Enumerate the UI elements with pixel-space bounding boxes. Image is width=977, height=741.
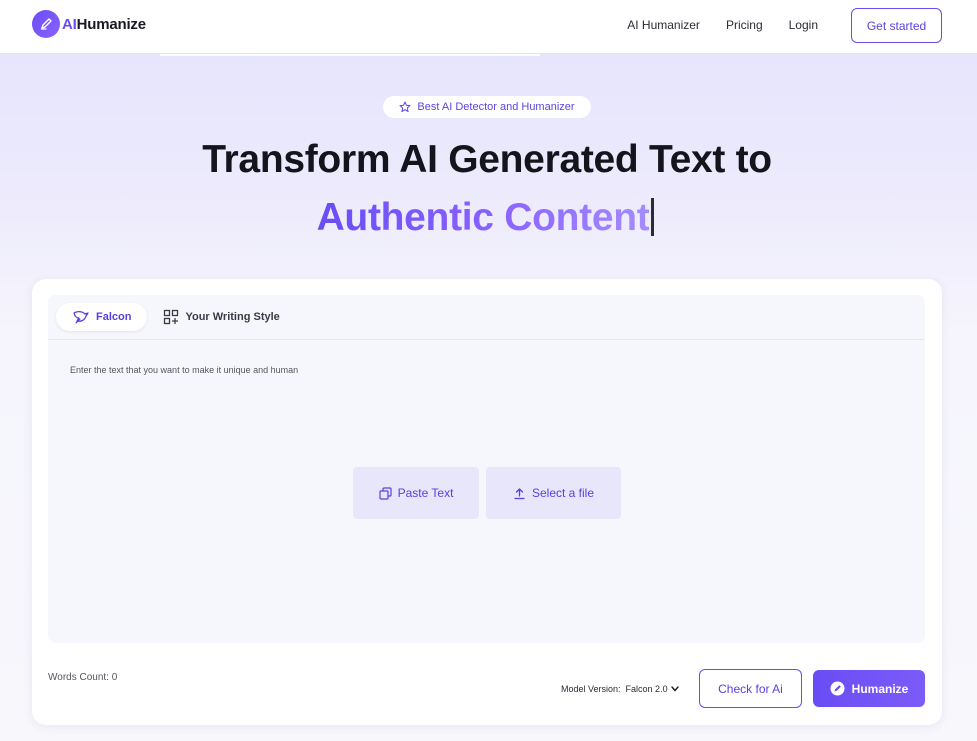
nav-login[interactable]: Login (789, 18, 818, 32)
get-started-button[interactable]: Get started (851, 8, 942, 43)
paste-text-button[interactable]: Paste Text (353, 467, 479, 519)
grid-plus-icon (163, 309, 179, 325)
falcon-icon (72, 309, 90, 325)
paste-text-label: Paste Text (397, 486, 454, 500)
copy-icon (378, 486, 392, 500)
typing-caret (651, 198, 655, 236)
select-file-label: Select a file (531, 486, 595, 500)
hero-subtitle: Authentic Content (0, 196, 971, 240)
logo-text: AIHumanize (62, 15, 146, 33)
check-for-ai-button[interactable]: Check for Ai (699, 669, 802, 708)
tab-writing-style-label: Your Writing Style (185, 311, 280, 323)
tab-falcon[interactable]: Falcon (56, 303, 148, 331)
words-count: Words Count: 0 (48, 672, 118, 683)
humanizer-card: Falcon Your Writing Style Enter the text… (32, 279, 942, 725)
tab-divider (48, 339, 925, 340)
humanize-label: Humanize (851, 681, 909, 696)
model-version-select[interactable]: Falcon 2.0 (626, 684, 679, 694)
nav-pricing[interactable]: Pricing (726, 18, 763, 32)
model-version-label: Model Version: (561, 684, 621, 694)
pen-logo-icon (32, 10, 60, 38)
logo[interactable]: AIHumanize (32, 10, 146, 38)
upload-icon (513, 487, 526, 500)
select-file-button[interactable]: Select a file (486, 467, 621, 519)
model-version-value: Falcon 2.0 (625, 684, 668, 694)
hero-badge: Best AI Detector and Humanizer (383, 96, 591, 118)
editor-panel: Falcon Your Writing Style Enter the text… (48, 295, 925, 643)
header-highlight (160, 54, 540, 56)
hero-title: Transform AI Generated Text to (202, 138, 772, 181)
star-icon (399, 101, 411, 113)
hero-badge-text: Best AI Detector and Humanizer (417, 101, 575, 113)
nav-ai-humanizer[interactable]: AI Humanizer (627, 18, 700, 32)
pen-circle-icon (830, 681, 845, 696)
nav-links: AI Humanizer Pricing Login (627, 18, 818, 32)
model-tabs: Falcon Your Writing Style (56, 303, 296, 331)
text-input-placeholder[interactable]: Enter the text that you want to make it … (70, 365, 298, 375)
tab-writing-style[interactable]: Your Writing Style (147, 303, 295, 331)
tab-falcon-label: Falcon (96, 311, 132, 323)
model-version: Model Version: Falcon 2.0 (561, 684, 679, 694)
top-navbar: AIHumanize AI Humanizer Pricing Login Ge… (0, 0, 977, 54)
chevron-down-icon (670, 686, 679, 692)
hero-subtitle-text: Authentic Content (316, 196, 650, 239)
humanize-button[interactable]: Humanize (813, 670, 925, 707)
